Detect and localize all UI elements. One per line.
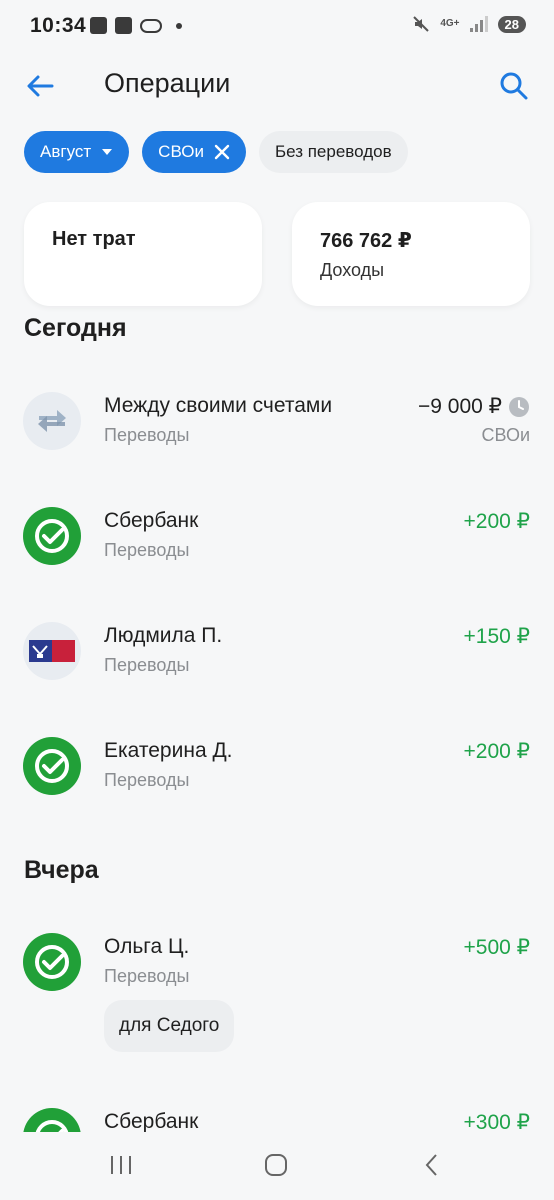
page-title: Операции <box>104 68 231 98</box>
income-label: Доходы <box>320 260 385 280</box>
operation-amount: +150 ₽ <box>463 625 531 648</box>
filter-month-label: Август <box>40 142 92 161</box>
filter-no-transfers-label: Без переводов <box>274 142 392 161</box>
gallery-icon <box>90 17 107 34</box>
income-card[interactable]: 766 762 ₽ Доходы <box>292 202 530 306</box>
operation-row[interactable]: Между своими счетами Переводы −9 000 ₽ С… <box>0 392 554 472</box>
sberbank-logo-icon <box>23 737 81 795</box>
filter-no-transfers-chip[interactable]: Без переводов <box>258 131 408 173</box>
expenses-card[interactable]: Нет трат <box>24 202 262 306</box>
operation-amount: −9 000 ₽ <box>418 394 530 419</box>
recent-apps-icon <box>111 1156 131 1174</box>
sberbank-logo-icon <box>23 507 81 565</box>
operation-row[interactable]: Сбербанк Переводы +200 ₽ <box>0 507 554 587</box>
recent-apps-button[interactable] <box>101 1150 141 1180</box>
tinkoff-icon <box>115 17 132 34</box>
operation-amount: +200 ₽ <box>463 510 531 533</box>
system-nav-bar <box>0 1132 554 1200</box>
section-title-today: Сегодня <box>24 314 127 342</box>
app-notification-icon <box>140 18 162 33</box>
operation-amount: +500 ₽ <box>463 936 531 959</box>
income-amount: 766 762 ₽ <box>320 230 412 252</box>
home-button[interactable] <box>256 1150 296 1180</box>
clock-icon <box>509 396 529 417</box>
operation-amount: +200 ₽ <box>463 740 531 763</box>
back-button[interactable] <box>22 68 58 104</box>
filter-month-chip[interactable]: Август <box>24 131 130 173</box>
filter-account-label: СВОи <box>158 142 204 161</box>
operation-category: Переводы <box>104 655 190 675</box>
transfer-icon <box>23 392 81 450</box>
chevron-left-icon <box>425 1154 437 1176</box>
home-icon <box>265 1154 287 1176</box>
filter-account-chip[interactable]: СВОи <box>142 131 246 173</box>
operation-row[interactable]: Ольга Ц. Переводы +500 ₽ <box>0 933 554 1013</box>
operation-comment: для Седого <box>104 1000 235 1052</box>
pochta-bank-logo-icon <box>23 622 81 680</box>
more-notifications-icon <box>176 22 182 29</box>
status-time: 10:34 <box>30 14 87 37</box>
network-type: 4G+ <box>440 18 460 29</box>
operation-category: Переводы <box>104 770 190 790</box>
operations-screen: 10:34 4G+ 28 Операции Август СВОи Без пе… <box>0 0 554 1200</box>
operation-name: Между своими счетами <box>104 394 333 417</box>
operation-name: Сбербанк <box>104 1110 199 1133</box>
operation-row[interactable]: Людмила П. Переводы +150 ₽ <box>0 622 554 702</box>
operation-category: Переводы <box>104 425 190 445</box>
search-button[interactable] <box>496 68 532 104</box>
system-back-button[interactable] <box>412 1150 452 1180</box>
search-icon <box>500 72 528 100</box>
operation-account: СВОи <box>481 425 530 445</box>
signal-icon <box>469 16 488 32</box>
operation-category: Переводы <box>104 540 190 560</box>
status-notification-icons <box>90 17 182 34</box>
operation-name: Людмила П. <box>104 624 223 647</box>
mute-icon <box>413 16 430 32</box>
status-bar: 10:34 4G+ 28 <box>0 0 554 52</box>
arrow-left-icon <box>27 75 54 97</box>
operation-name: Ольга Ц. <box>104 935 190 958</box>
operation-name: Екатерина Д. <box>104 739 233 762</box>
sberbank-logo-icon <box>23 933 81 991</box>
operation-amount-value: −9 000 ₽ <box>417 395 502 418</box>
operation-row[interactable]: Екатерина Д. Переводы +200 ₽ <box>0 737 554 817</box>
operation-category: Переводы <box>104 966 190 986</box>
expenses-value: Нет трат <box>52 228 136 250</box>
status-system-icons: 4G+ 28 <box>412 15 526 33</box>
close-icon[interactable] <box>214 144 230 160</box>
operation-name: Сбербанк <box>104 509 199 532</box>
filter-chips: Август СВОи Без переводов <box>24 131 408 173</box>
caret-down-icon <box>101 148 113 156</box>
section-title-yesterday: Вчера <box>24 856 99 884</box>
header: Операции <box>0 60 554 110</box>
battery-indicator: 28 <box>497 15 526 33</box>
